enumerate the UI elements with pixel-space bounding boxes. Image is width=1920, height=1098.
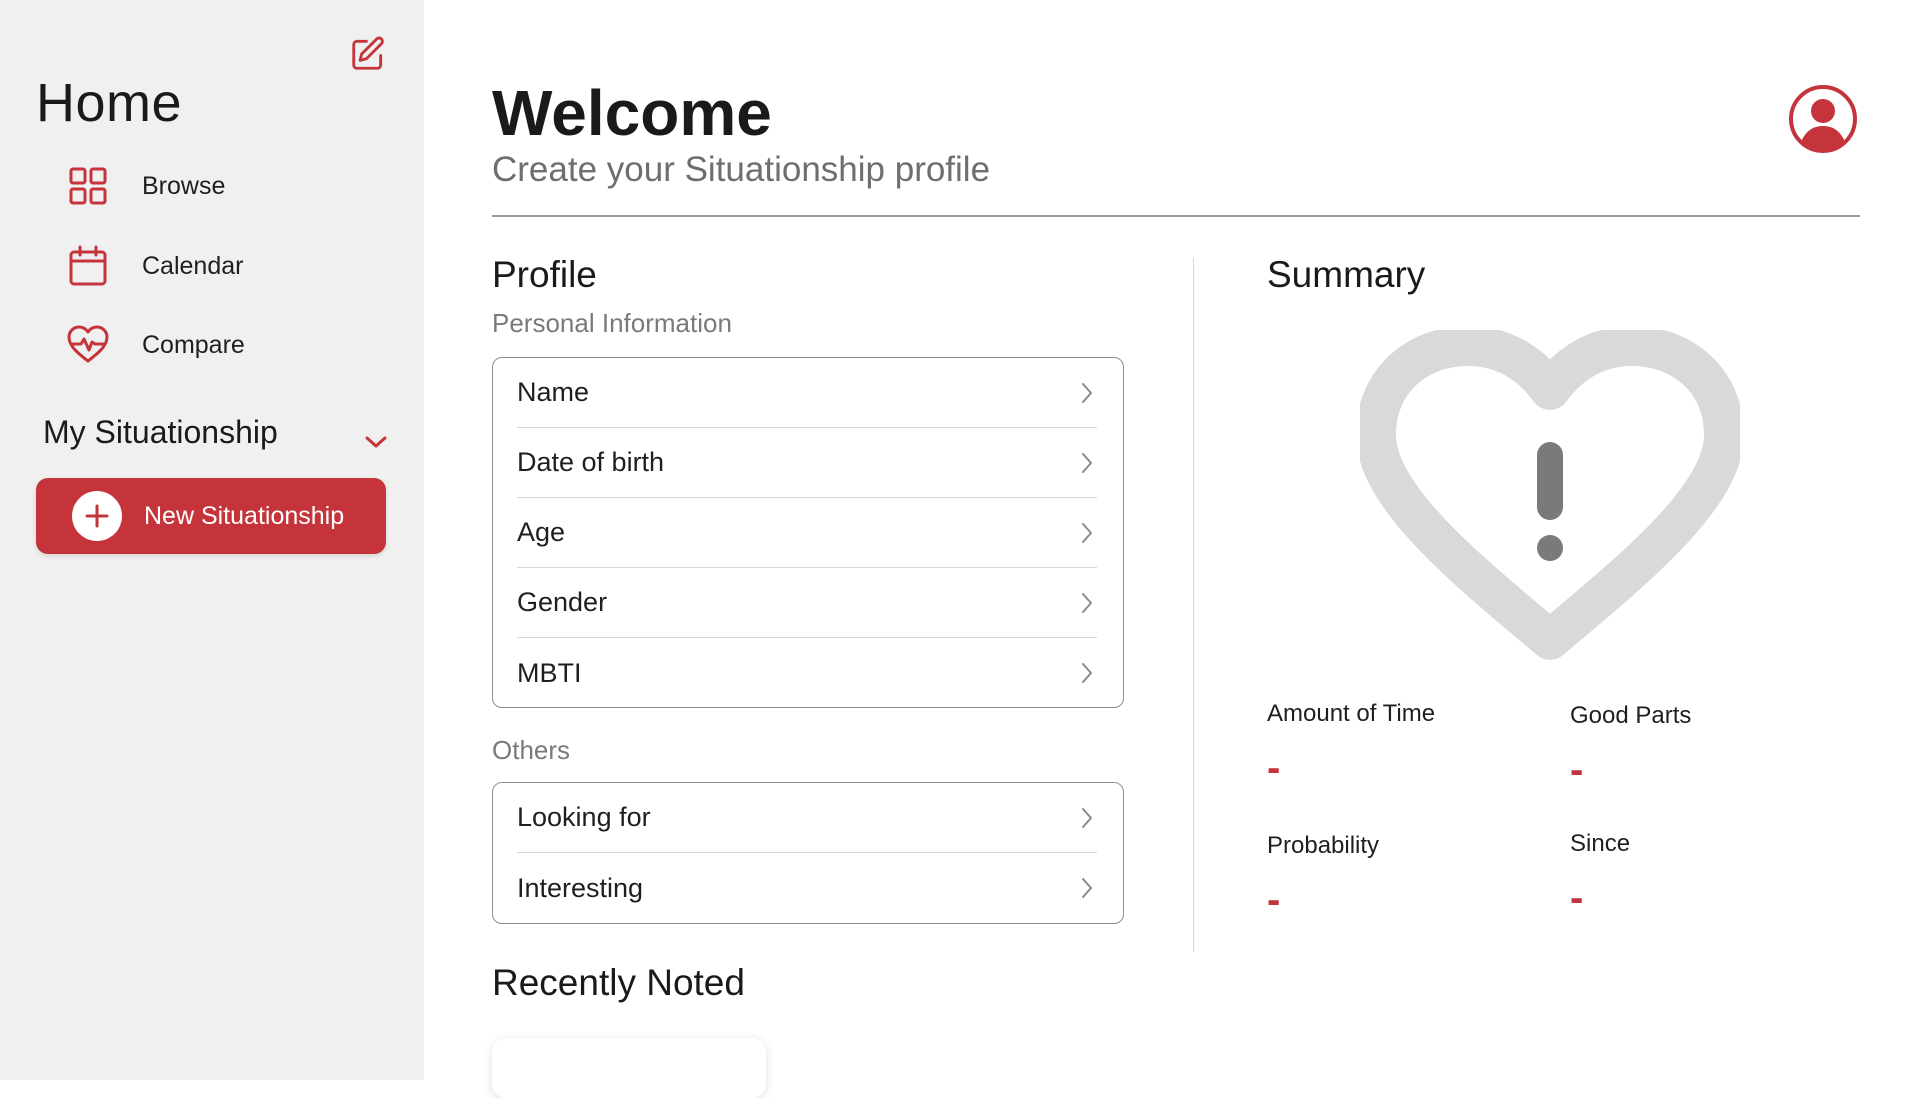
new-situationship-label: New Situationship	[144, 501, 345, 530]
sidebar-title: Home	[36, 73, 183, 133]
others-label: Others	[492, 735, 571, 765]
plus-icon	[72, 491, 122, 541]
chevron-right-icon	[1077, 659, 1097, 687]
profile-row-age[interactable]: Age	[517, 498, 1097, 568]
recently-noted-heading: Recently Noted	[492, 962, 745, 1003]
profile-row-mbti[interactable]: MBTI	[517, 638, 1097, 708]
personal-information-card: Name Date of birth Age Gender MBTI	[492, 357, 1124, 708]
chevron-right-icon	[1077, 379, 1097, 407]
nav-label-browse: Browse	[142, 171, 226, 200]
profile-row-interesting[interactable]: Interesting	[517, 853, 1097, 923]
personal-information-label: Personal Information	[492, 308, 732, 338]
nav-item-calendar[interactable]: Calendar	[66, 240, 243, 292]
nav-item-compare[interactable]: Compare	[66, 319, 245, 371]
column-divider	[1193, 258, 1194, 952]
header-divider	[492, 215, 1860, 217]
grid-icon	[66, 164, 110, 208]
stat-label: Probability	[1267, 832, 1380, 859]
edit-button[interactable]	[348, 34, 388, 74]
summary-heading: Summary	[1267, 254, 1426, 295]
row-label: Date of birth	[517, 447, 665, 477]
stat-value: -	[1570, 748, 1584, 792]
avatar-button[interactable]	[1788, 84, 1858, 154]
profile-row-looking-for[interactable]: Looking for	[517, 783, 1097, 853]
recent-note-card[interactable]	[492, 1038, 766, 1098]
stat-value: -	[1570, 876, 1584, 920]
user-avatar-icon	[1789, 85, 1857, 153]
row-label: MBTI	[517, 657, 582, 688]
page-subtitle: Create your Situationship profile	[492, 150, 991, 189]
stat-amount-of-time: Amount of Time -	[1267, 700, 1527, 788]
profile-row-gender[interactable]: Gender	[517, 568, 1097, 638]
edit-icon	[352, 36, 384, 70]
row-label: Age	[517, 517, 566, 547]
chevron-right-icon	[1077, 519, 1097, 547]
nav-item-browse[interactable]: Browse	[66, 160, 225, 212]
stat-since: Since -	[1570, 830, 1830, 918]
heart-pulse-icon	[66, 323, 110, 367]
row-label: Name	[517, 377, 590, 407]
chevron-down-icon[interactable]	[360, 426, 392, 458]
row-label: Looking for	[517, 802, 651, 832]
calendar-icon	[66, 244, 110, 288]
new-situationship-button[interactable]: New Situationship	[36, 478, 386, 554]
stat-value: -	[1267, 878, 1281, 922]
profile-row-name[interactable]: Name	[517, 358, 1097, 428]
stat-probability: Probability -	[1267, 832, 1527, 920]
stat-label: Amount of Time	[1267, 700, 1436, 727]
nav-label-calendar: Calendar	[142, 251, 244, 280]
page-title: Welcome	[492, 77, 772, 149]
profile-heading: Profile	[492, 254, 597, 295]
row-label: Gender	[517, 587, 608, 617]
sidebar: Home Browse Calendar Compare My Situatio…	[0, 0, 424, 1080]
chevron-right-icon	[1077, 804, 1097, 832]
chevron-right-icon	[1077, 589, 1097, 617]
stat-label: Good Parts	[1570, 702, 1692, 729]
stat-good-parts: Good Parts -	[1570, 702, 1830, 790]
chevron-right-icon	[1077, 449, 1097, 477]
stat-value: -	[1267, 746, 1281, 790]
stat-label: Since	[1570, 830, 1631, 857]
others-card: Looking for Interesting	[492, 782, 1124, 924]
profile-row-date-of-birth[interactable]: Date of birth	[517, 428, 1097, 498]
chevron-right-icon	[1077, 874, 1097, 902]
nav-label-compare: Compare	[142, 330, 245, 359]
my-situationship-heading: My Situationship	[43, 414, 278, 450]
heart-warning-icon	[1356, 326, 1744, 670]
row-label: Interesting	[517, 872, 644, 903]
